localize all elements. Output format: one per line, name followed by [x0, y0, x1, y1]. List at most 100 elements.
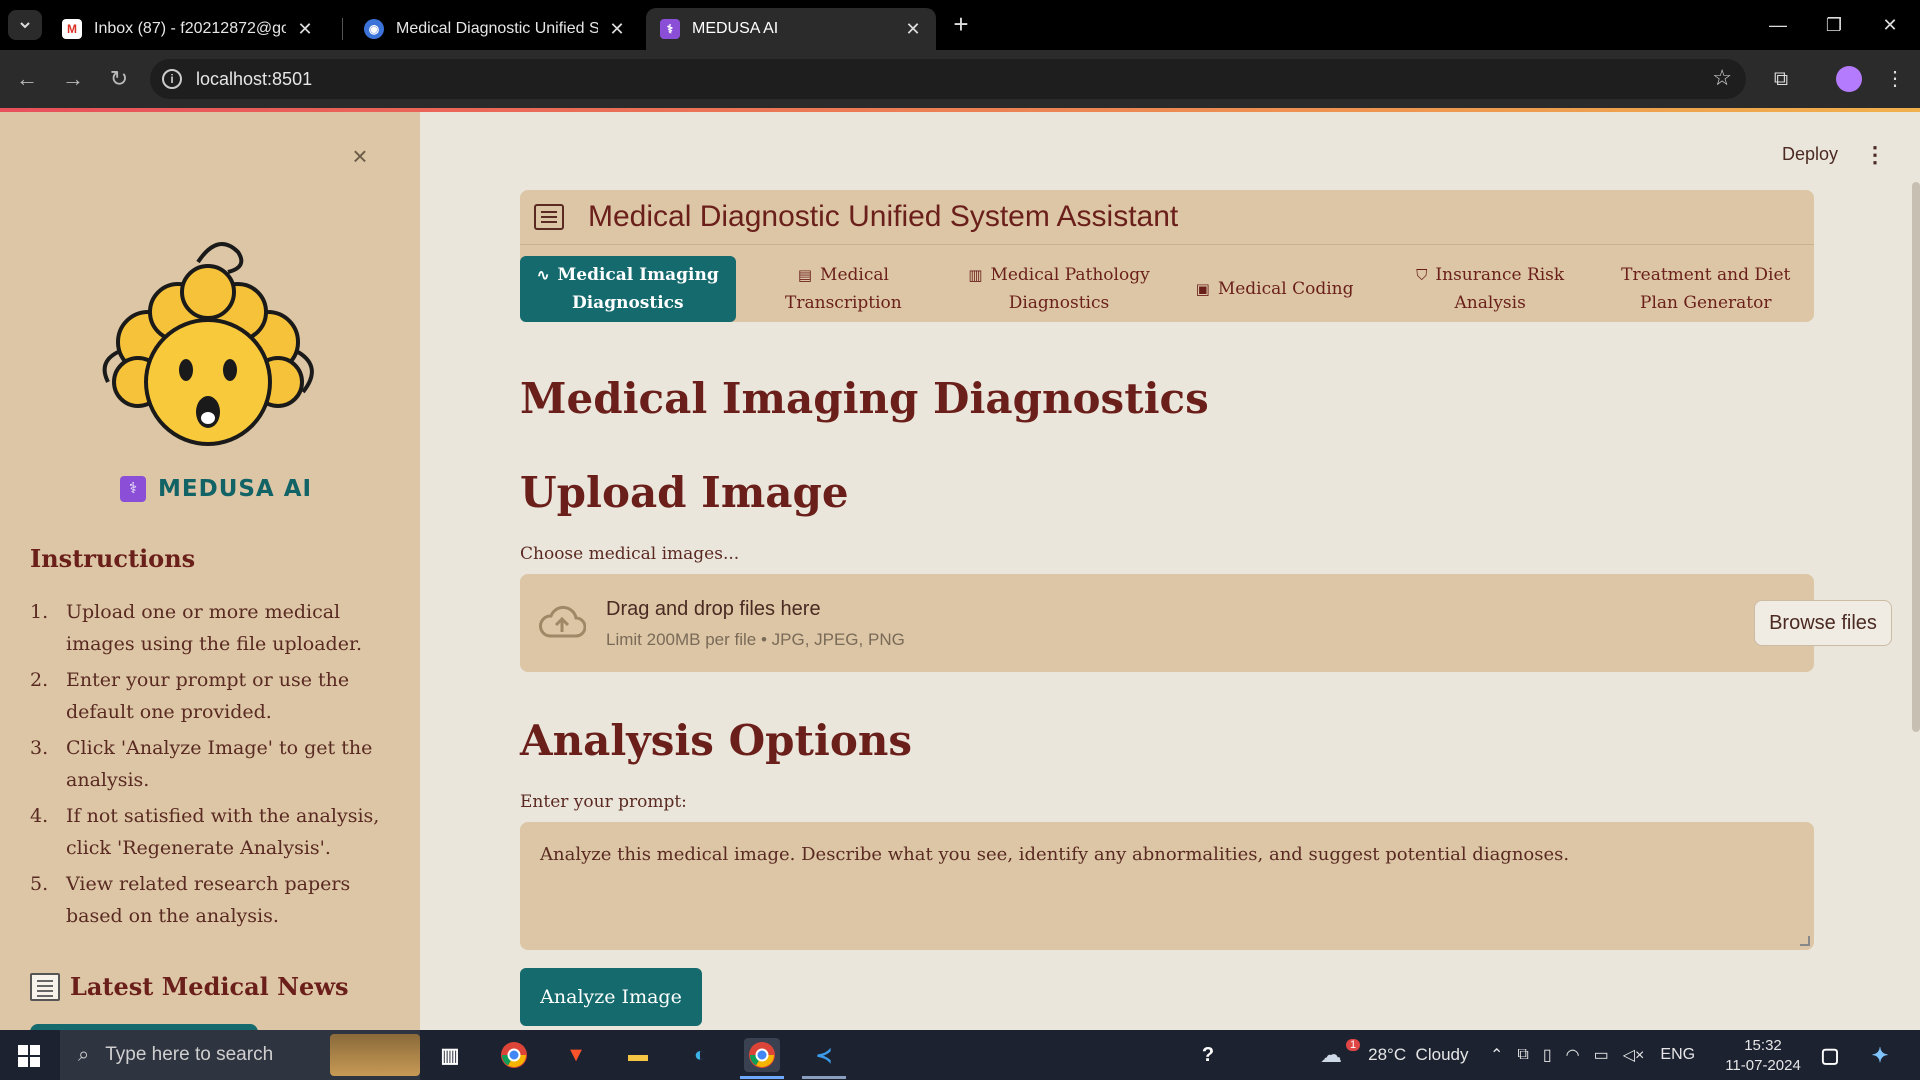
- app-favicon-icon: ◉: [364, 19, 384, 39]
- show-hidden-icons-icon[interactable]: ⌃: [1490, 1045, 1503, 1065]
- resize-handle-icon[interactable]: [1800, 936, 1810, 946]
- dropzone-title: Drag and drop files here: [606, 598, 821, 620]
- battery-icon[interactable]: ▭: [1594, 1045, 1609, 1065]
- code-file-icon: ▣: [1195, 280, 1210, 298]
- sidebar: × ⚕ MEDUSA AI Instructions 1. Upload one …: [0, 112, 420, 1030]
- tab-separator: [342, 18, 343, 40]
- bookmark-star-icon[interactable]: ☆: [1712, 65, 1732, 91]
- taskbar-search[interactable]: ⌕ Type here to search: [60, 1030, 420, 1080]
- tab-title: Medical Diagnostic Unified Syst: [396, 20, 598, 37]
- brand: ⚕ MEDUSA AI: [120, 476, 312, 502]
- browse-files-button[interactable]: Browse files: [1754, 600, 1892, 646]
- weather-text: 28°C Cloudy: [1368, 1045, 1469, 1064]
- browser-toolbar: ← → ↻ i localhost:8501 ☆ ⧉ ⋮: [0, 50, 1920, 108]
- medusa-favicon-icon: ⚕: [660, 19, 680, 39]
- notifications-icon[interactable]: ▢: [1812, 1038, 1848, 1072]
- file-dropzone[interactable]: Drag and drop files here Limit 200MB per…: [520, 574, 1892, 672]
- windows-start-icon[interactable]: [18, 1045, 40, 1067]
- chrome-icon[interactable]: [496, 1038, 532, 1072]
- clock-date: 11-07-2024: [1725, 1057, 1801, 1074]
- app-title-row: Medical Diagnostic Unified System Assist…: [534, 196, 1178, 238]
- page-scrollbar[interactable]: [1912, 182, 1920, 732]
- browser-tab-strip: M Inbox (87) - f20212872@goa.bi ✕ ◉ Medi…: [0, 0, 1920, 50]
- page-title: Medical Imaging Diagnostics: [520, 374, 1209, 423]
- edge-icon[interactable]: ◐: [682, 1038, 718, 1072]
- open-app-indicator: [802, 1076, 846, 1079]
- restore-icon[interactable]: ❐: [1816, 10, 1852, 40]
- brave-icon[interactable]: ▼: [558, 1038, 594, 1072]
- search-highlight-image: [330, 1034, 420, 1076]
- tab-treatment-diet-plan[interactable]: Treatment and Diet Plan Generator: [1598, 256, 1814, 322]
- back-icon[interactable]: ←: [12, 64, 42, 94]
- address-bar[interactable]: i localhost:8501 ☆: [150, 59, 1746, 99]
- upload-heading: Upload Image: [520, 468, 849, 517]
- shield-icon: ⛉: [1416, 266, 1428, 284]
- browser-tab-gmail[interactable]: M Inbox (87) - f20212872@goa.bi ✕: [48, 8, 328, 50]
- deploy-button[interactable]: Deploy: [1782, 144, 1838, 165]
- close-icon[interactable]: ✕: [608, 19, 626, 40]
- app-menu-icon[interactable]: ⋮: [1864, 142, 1886, 168]
- url-text[interactable]: localhost:8501: [196, 69, 312, 90]
- tab-medical-pathology-diagnostics[interactable]: ▥ Medical Pathology Diagnostics: [951, 256, 1167, 322]
- device-icon[interactable]: ▯: [1543, 1045, 1552, 1065]
- browser-tab-medusa-ai[interactable]: ⚕ MEDUSA AI ✕: [646, 8, 936, 50]
- chrome-profile-icon[interactable]: [744, 1038, 780, 1072]
- tab-search-button[interactable]: [8, 10, 42, 40]
- site-info-icon[interactable]: i: [162, 69, 182, 89]
- system-tray: ⌃ ⧉ ▯ ◠ ▭ ◁× ENG: [1490, 1030, 1695, 1080]
- cloud-upload-icon: [539, 605, 586, 638]
- app-title: Medical Diagnostic Unified System Assist…: [588, 200, 1179, 233]
- pulse-icon: ∿: [536, 266, 550, 284]
- extensions-icon[interactable]: ⧉: [1766, 64, 1796, 94]
- browser-tab-medusa-app[interactable]: ◉ Medical Diagnostic Unified Syst ✕: [350, 8, 640, 50]
- prompt-label: Enter your prompt:: [520, 792, 687, 812]
- close-icon[interactable]: ✕: [296, 19, 314, 40]
- reload-icon[interactable]: ↻: [104, 64, 134, 94]
- browser-menu-icon[interactable]: ⋮: [1880, 64, 1910, 94]
- analyze-image-button[interactable]: Analyze Image: [520, 968, 702, 1026]
- task-view-icon[interactable]: ▥: [432, 1038, 468, 1072]
- cloud-icon: ☁: [1320, 1042, 1342, 1067]
- help-icon[interactable]: ?: [1190, 1038, 1226, 1072]
- tab-insurance-risk-analysis[interactable]: ⛉ Insurance Risk Analysis: [1382, 256, 1598, 322]
- forward-icon[interactable]: →: [58, 64, 88, 94]
- windows-taskbar: ⌕ Type here to search ▥ ▼ ▬ ◐ ≺ ? ☁ 1 28…: [0, 1030, 1920, 1080]
- weather-widget[interactable]: ☁ 1 28°C Cloudy: [1320, 1030, 1468, 1080]
- document-icon: ▤: [797, 266, 813, 284]
- clipboard-icon: ▥: [968, 266, 983, 284]
- instructions-list: 1. Upload one or more medical images usin…: [30, 596, 390, 936]
- wifi-icon[interactable]: ◠: [1566, 1045, 1580, 1065]
- nav-tabs: ∿ Medical Imaging Diagnostics ▤ Medical Tr…: [520, 256, 1814, 322]
- meet-now-icon[interactable]: ⧉: [1517, 1046, 1528, 1064]
- gmail-icon: M: [62, 19, 82, 39]
- close-icon[interactable]: ✕: [904, 19, 922, 40]
- minimize-icon[interactable]: —: [1760, 10, 1796, 40]
- sidebar-close-icon[interactable]: ×: [348, 143, 372, 169]
- taskbar-clock[interactable]: 15:32 11-07-2024: [1720, 1036, 1806, 1076]
- newspaper-icon: [30, 972, 60, 1001]
- prompt-textarea[interactable]: Analyze this medical image. Describe wha…: [520, 822, 1814, 950]
- weather-badge: 1: [1346, 1039, 1361, 1051]
- tab-medical-imaging-diagnostics[interactable]: ∿ Medical Imaging Diagnostics: [520, 256, 736, 322]
- news-heading: Latest Medical News: [30, 972, 348, 1001]
- copilot-icon[interactable]: ✦: [1862, 1038, 1898, 1072]
- profile-avatar[interactable]: [1836, 66, 1862, 92]
- chevron-down-icon: [20, 22, 30, 29]
- clock-time: 15:32: [1744, 1037, 1782, 1054]
- tab-medical-coding[interactable]: ▣ Medical Coding: [1167, 256, 1383, 322]
- new-tab-button[interactable]: +: [948, 11, 974, 38]
- chrome-logo: [501, 1042, 527, 1068]
- window-close-icon[interactable]: ✕: [1872, 10, 1908, 40]
- volume-mute-icon[interactable]: ◁×: [1623, 1045, 1645, 1065]
- language-indicator[interactable]: ENG: [1660, 1046, 1695, 1064]
- tab-title: MEDUSA AI: [692, 20, 779, 37]
- document-icon: [534, 204, 564, 230]
- vscode-icon[interactable]: ≺: [806, 1038, 842, 1072]
- chrome-logo: [749, 1042, 775, 1068]
- active-app-indicator: [740, 1076, 784, 1079]
- prompt-value[interactable]: Analyze this medical image. Describe wha…: [540, 844, 1794, 865]
- taskbar-search-placeholder: Type here to search: [105, 1044, 274, 1065]
- file-explorer-icon[interactable]: ▬: [620, 1038, 656, 1072]
- caduceus-icon: ⚕: [120, 476, 146, 502]
- tab-medical-transcription[interactable]: ▤ Medical Transcription: [736, 256, 952, 322]
